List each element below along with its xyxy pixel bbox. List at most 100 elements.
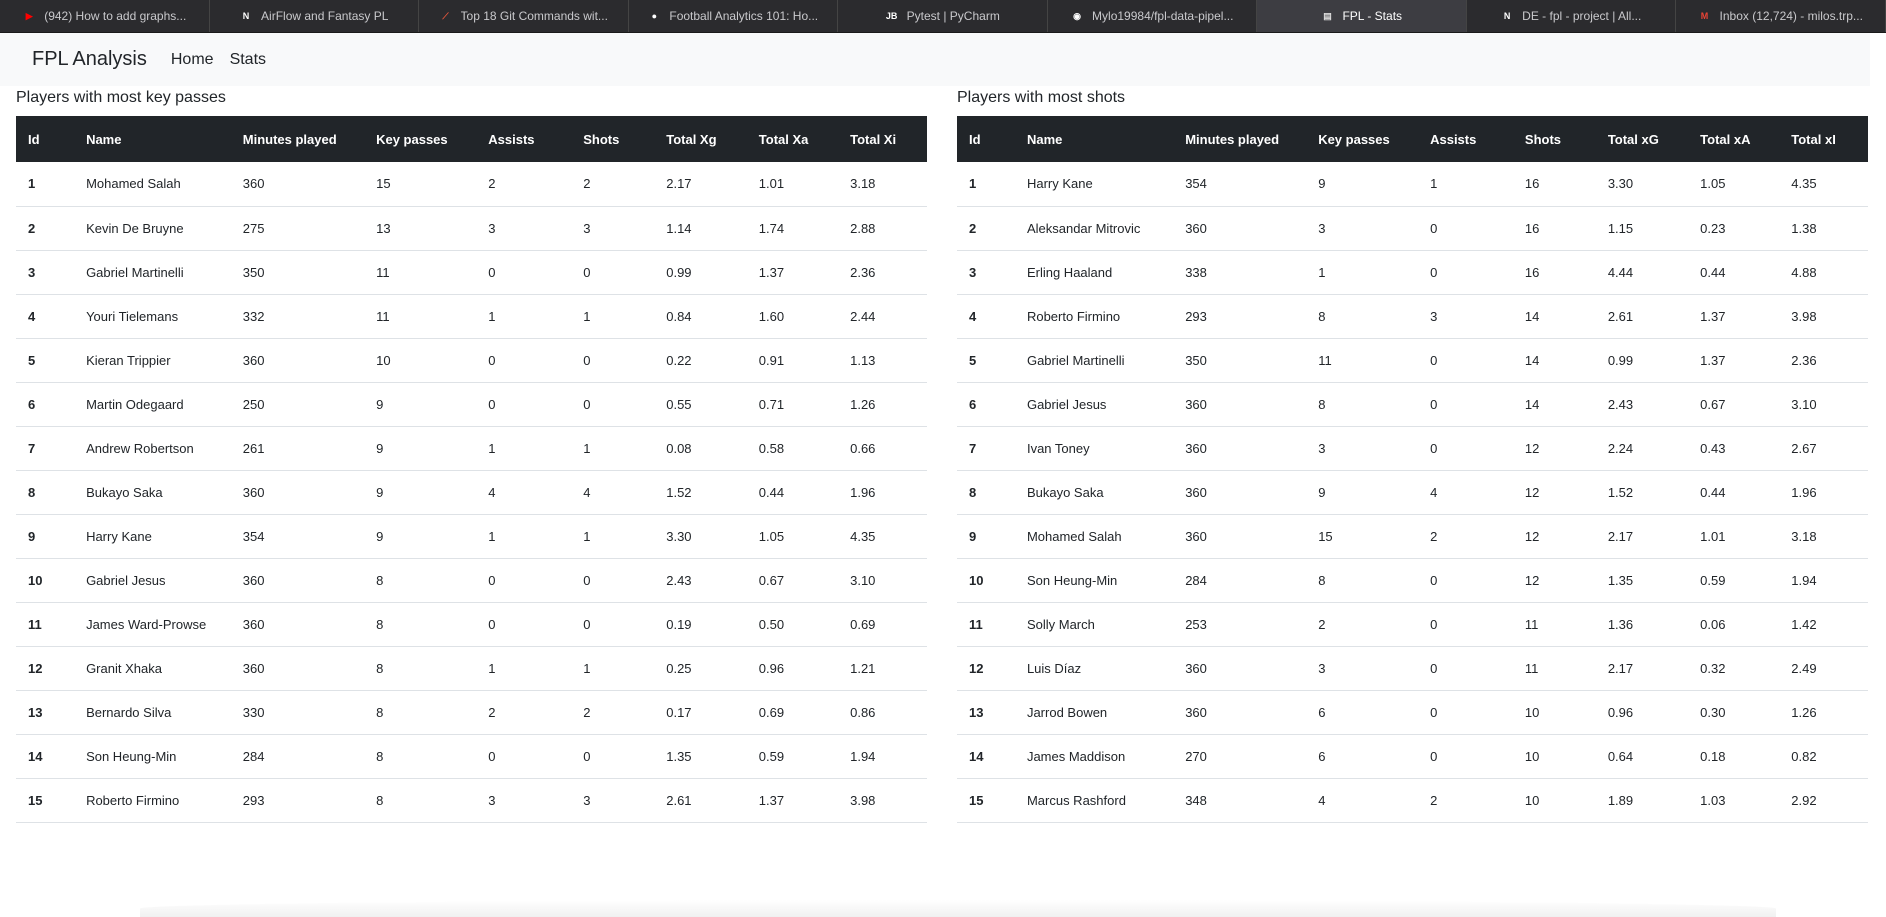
table-cell: 0.50	[758, 616, 785, 632]
table-cell: 12	[1524, 484, 1540, 500]
table-row: 8 Bukayo Saka 360 9 4 12 1.52 0.44 1.96	[957, 470, 1868, 514]
browser-tab-title: AirFlow and Fantasy PL	[261, 9, 389, 23]
table-cell: 15	[1318, 528, 1333, 544]
table-cell: Son Heung-Min	[86, 748, 177, 764]
browser-tab[interactable]: ● Football Analytics 101: Ho...	[629, 0, 838, 32]
table-cell: Bukayo Saka	[86, 484, 163, 500]
browser-tab[interactable]: ▶ (942) How to add graphs...	[0, 0, 210, 32]
table-cell: 360	[1185, 440, 1207, 456]
browser-tab-title: Inbox (12,724) - milos.trp...	[1719, 9, 1863, 23]
table-cell: 330	[242, 704, 265, 720]
table-cell: 1.15	[1607, 220, 1634, 236]
table-cell: 8	[1318, 396, 1326, 412]
table-cell: 1.94	[850, 748, 876, 764]
table-cell: 14	[1524, 352, 1540, 368]
table-cell: 0.59	[758, 748, 785, 764]
table-cell: 2.36	[850, 264, 876, 280]
browser-tab[interactable]: ⟋ Top 18 Git Commands wit...	[419, 0, 629, 32]
shots-title: Players with most shots	[957, 89, 1126, 106]
table-cell: 2.61	[1607, 308, 1634, 324]
table-cell: 0.30	[1700, 704, 1726, 720]
table-row: 3 Erling Haaland 338 1 0 16 4.44 0.44 4.88	[957, 250, 1868, 294]
table-cell: Bernardo Silva	[86, 704, 172, 720]
table-cell: 0	[1430, 704, 1438, 720]
navbar: FPL Analysis Home Stats	[0, 33, 1870, 86]
medium-icon: ●	[651, 11, 658, 21]
table-cell: 0.86	[850, 704, 876, 720]
browser-tab[interactable]: M Inbox (12,724) - milos.trp...	[1676, 0, 1886, 32]
table-cell: 2	[1318, 616, 1326, 632]
table-cell: 0.55	[666, 396, 692, 412]
table-cell: 9	[28, 528, 36, 544]
table-cell: 360	[242, 572, 265, 588]
table-cell: 3	[1430, 308, 1438, 324]
table-cell: 1.13	[850, 352, 876, 368]
column-header: Key passes	[1318, 131, 1390, 147]
table-row: 5 Kieran Trippier 360 10 0 0 0.22 0.91 1.13	[16, 338, 927, 382]
table-cell: 1.37	[1700, 308, 1726, 324]
table-cell: 1.26	[850, 396, 876, 412]
table-cell: 1.60	[758, 308, 785, 324]
column-header: Total Xi	[850, 131, 897, 147]
table-cell: 0.58	[758, 440, 785, 456]
window-shadow	[140, 900, 1776, 917]
browser-tab[interactable]: N DE - fpl - project | All...	[1467, 0, 1676, 32]
table-cell: 0	[583, 352, 591, 368]
table-cell: 0	[1430, 220, 1438, 236]
table-header-row: Id Name Minutes played Key passes Assists Sho…	[957, 116, 1868, 162]
table-cell: 2.43	[666, 572, 692, 588]
browser-tab[interactable]: N AirFlow and Fantasy PL	[210, 0, 419, 32]
column-header: Minutes played	[1185, 131, 1280, 147]
table-cell: 1.37	[758, 792, 785, 808]
table-cell: 5	[969, 352, 977, 368]
column-header: Total xI	[1791, 131, 1836, 147]
table-row: 6 Martin Odegaard 250 9 0 0 0.55 0.71 1.26	[16, 382, 927, 426]
table-row: 1 Mohamed Salah 360 15 2 2 2.17 1.01 3.18	[16, 162, 927, 206]
column-header: Assists	[488, 131, 535, 147]
table-cell: 0.82	[1791, 748, 1817, 764]
table-cell: 10	[1524, 748, 1540, 764]
table-cell: James Ward-Prowse	[86, 616, 207, 632]
table-row: 9 Mohamed Salah 360 15 2 12 2.17 1.01 3.18	[957, 514, 1868, 558]
table-cell: 2.43	[1607, 396, 1634, 412]
notion-icon: N	[1503, 11, 1511, 21]
table-cell: 0.96	[1607, 704, 1634, 720]
jetbrains-icon: JB	[885, 11, 898, 21]
table-cell: 1.96	[1791, 484, 1817, 500]
table-cell: 1.96	[850, 484, 876, 500]
table-row: 3 Gabriel Martinelli 350 11 0 0 0.99 1.37 2.36	[16, 250, 927, 294]
browser-tab[interactable]: ▤ FPL - Stats	[1257, 0, 1467, 32]
table-cell: 354	[242, 528, 265, 544]
table-cell: 293	[242, 792, 265, 808]
table-cell: 9	[376, 440, 384, 456]
table-cell: 284	[242, 748, 265, 764]
browser-tab[interactable]: ◉ Mylo19984/fpl-data-pipel...	[1048, 0, 1257, 32]
table-cell: 3	[1318, 220, 1326, 236]
table-cell: 11	[376, 264, 390, 280]
table-cell: 0	[1430, 660, 1438, 676]
table-cell: Gabriel Jesus	[86, 572, 166, 588]
table-row: 14 Son Heung-Min 284 8 0 0 1.35 0.59 1.94	[16, 734, 927, 778]
gmail-icon: M	[1700, 11, 1709, 21]
browser-tab-title: Top 18 Git Commands wit...	[460, 9, 608, 23]
brand[interactable]: FPL Analysis	[32, 48, 147, 71]
table-cell: 4	[1318, 792, 1326, 808]
table-cell: 14	[28, 748, 43, 764]
table-cell: Erling Haaland	[1026, 264, 1113, 280]
table-cell: 1.52	[1607, 484, 1634, 500]
table-cell: 1.37	[758, 264, 785, 280]
table-cell: 1.03	[1700, 792, 1726, 808]
table-cell: 348	[1185, 792, 1207, 808]
nav-link-stats[interactable]: Stats	[230, 51, 266, 69]
table-row: 7 Andrew Robertson 261 9 1 1 0.08 0.58 0.66	[16, 426, 927, 470]
table-cell: 4	[488, 484, 496, 500]
table-cell: 0.66	[850, 440, 876, 456]
table-cell: 1	[583, 528, 591, 544]
browser-tab[interactable]: JB Pytest | PyCharm	[838, 0, 1048, 32]
table-cell: 11	[969, 616, 983, 632]
table-cell: 1	[583, 660, 591, 676]
nav-link-home[interactable]: Home	[171, 51, 214, 69]
table-cell: 0	[1430, 396, 1438, 412]
column-header: Name	[1026, 131, 1063, 147]
browser-tab-title: FPL - Stats	[1342, 9, 1403, 23]
